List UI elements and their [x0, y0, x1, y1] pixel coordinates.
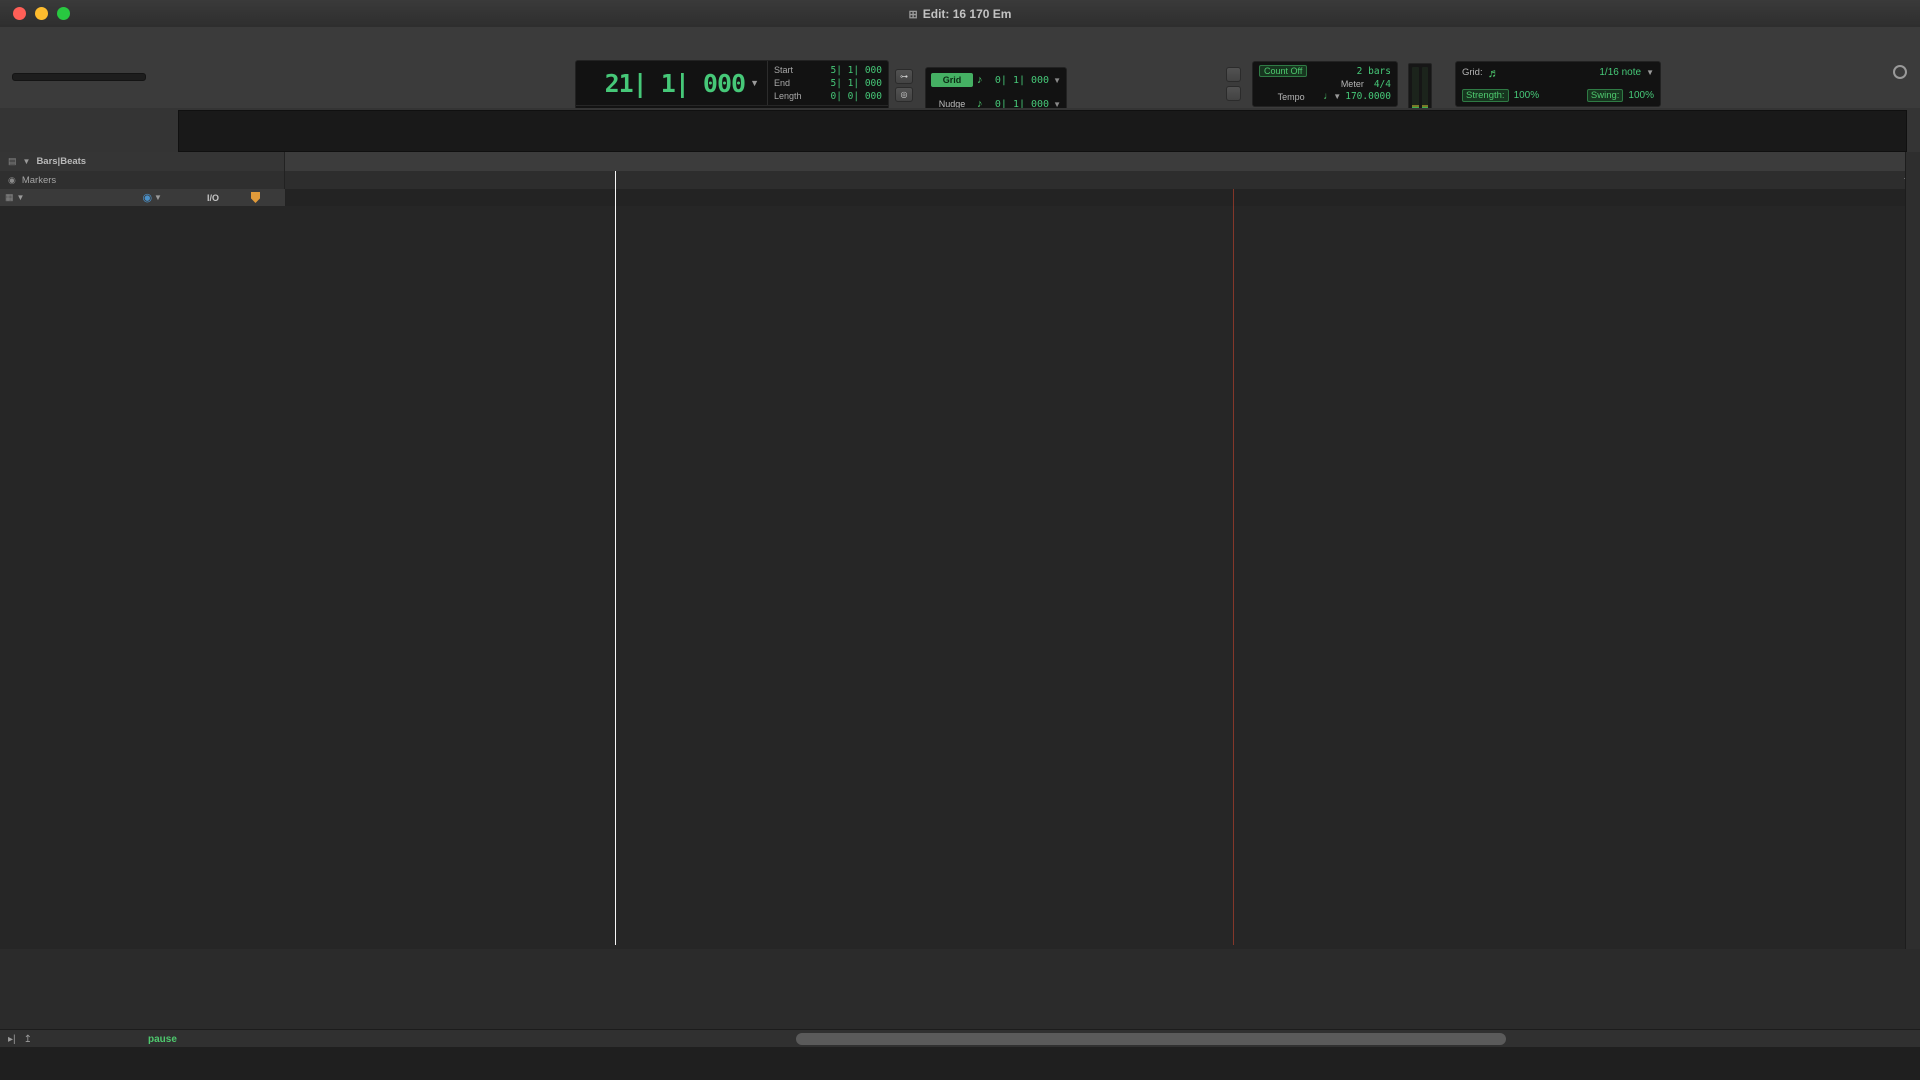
swing-value[interactable]: 100%	[1628, 90, 1654, 101]
title-bar: ⊞Edit: 16 170 Em	[0, 0, 1920, 28]
main-counter[interactable]: 21| 1| 000 ▼	[576, 61, 767, 105]
count-off-button[interactable]: Count Off	[1259, 65, 1307, 77]
edit-view-icon[interactable]: ◉	[142, 191, 152, 204]
tempo-label[interactable]: Tempo	[1278, 92, 1305, 102]
strength-button[interactable]: Strength:	[1462, 89, 1509, 102]
strength-value[interactable]: 100%	[1514, 90, 1540, 101]
marker-column-icon[interactable]	[251, 192, 260, 203]
pause-status-text: pause	[148, 1034, 177, 1045]
bars-beats-ruler-label[interactable]: Bars|Beats	[36, 156, 86, 167]
session-marker-line	[1233, 189, 1234, 945]
counter-side-buttons: ⊶ ◎	[895, 69, 913, 102]
ruler-list-icon[interactable]: ▤	[8, 156, 17, 167]
session-setup-panel: Count Off 2 bars Meter 4/4 Tempo ♩▼ 170.…	[1252, 61, 1398, 107]
post-roll-button[interactable]	[1226, 86, 1241, 101]
main-toolbar: 21| 1| 000 ▼ Start 5| 1| 000 End 5| 1| 000…	[0, 27, 1920, 109]
meter-label[interactable]: Meter	[1341, 79, 1364, 89]
end-value[interactable]: 5| 1| 000	[831, 77, 882, 90]
scroll-up-icon[interactable]: ↥	[24, 1034, 32, 1045]
chevron-down-icon[interactable]: ▼	[17, 193, 25, 202]
meter-value[interactable]: 4/4	[1374, 79, 1391, 90]
tracks-area	[0, 206, 1920, 949]
document-icon: ⊞	[909, 9, 918, 21]
pro-tools-edit-window: ⊞Edit: 16 170 Em 21| 1| 000 ▼ Start 5| 1|…	[0, 0, 1920, 1080]
scrollbar-thumb[interactable]	[796, 1033, 1506, 1045]
start-value[interactable]: 5| 1| 000	[831, 64, 882, 77]
window-title: ⊞Edit: 16 170 Em	[0, 7, 1920, 21]
chevron-down-icon[interactable]: ▼	[23, 157, 31, 166]
sixteenth-note-icon[interactable]: ♬	[1488, 66, 1500, 80]
chevron-down-icon[interactable]: ▼	[1646, 68, 1654, 77]
chevron-down-icon[interactable]: ▼	[1053, 76, 1061, 85]
grid-settings-panel: Grid: ♬ 1/16 note ▼ Strength: 100% Swing…	[1455, 61, 1661, 107]
markers-ruler-label[interactable]: Markers	[22, 175, 56, 186]
link-icon[interactable]: ⊶	[895, 69, 913, 84]
track-list-header-row: ▦ ▼ ◉ ▼ I/O	[0, 189, 1920, 206]
bars-beats-ruler[interactable]: ▤ ▼ Bars|Beats	[0, 152, 1920, 172]
grid-resolution-value[interactable]: 1/16 note	[1599, 67, 1641, 78]
pre-post-roll-buttons	[1226, 67, 1241, 101]
end-label: End	[774, 77, 790, 90]
grid-toggle-button[interactable]: Grid	[931, 73, 973, 87]
markers-ruler[interactable]: ◉ Markers +	[0, 171, 1920, 190]
chevron-down-icon[interactable]: ▼	[154, 193, 162, 202]
universe-overview[interactable]	[178, 110, 1907, 152]
edit-selection-display: Start 5| 1| 000 End 5| 1| 000 Length 0| 0| …	[767, 61, 888, 105]
track-list-grid-icon[interactable]: ▦	[5, 192, 14, 203]
count-off-value[interactable]: 2 bars	[1357, 66, 1391, 77]
grid-note-icon[interactable]: ♪	[977, 74, 983, 86]
quarter-note-icon[interactable]: ♩▼	[1323, 91, 1341, 102]
ruler-label-zone: ◉ Markers	[0, 171, 285, 189]
ruler-label-zone: ▤ ▼ Bars|Beats	[0, 152, 285, 171]
main-counter-value[interactable]: 21| 1| 000	[605, 69, 746, 98]
toolbar-focus-icon[interactable]	[1893, 65, 1907, 79]
empty-tracks-area	[0, 949, 1920, 1029]
edit-mode-selector	[12, 73, 146, 81]
playback-cursor-line[interactable]	[615, 171, 616, 945]
universe-strip	[0, 108, 1920, 153]
marker-ruler-icon[interactable]: ◉	[8, 175, 16, 186]
swing-button[interactable]: Swing:	[1587, 89, 1624, 102]
target-icon[interactable]: ◎	[895, 87, 913, 102]
track-list-header: ▦ ▼ ◉ ▼ I/O	[0, 189, 286, 207]
length-value[interactable]: 0| 0| 000	[831, 90, 882, 103]
pre-roll-button[interactable]	[1226, 67, 1241, 82]
io-column-header[interactable]: I/O	[178, 193, 248, 203]
grid-settings-label: Grid:	[1462, 67, 1483, 78]
tempo-value[interactable]: 170.0000	[1345, 91, 1391, 102]
chevron-down-icon[interactable]: ▼	[750, 78, 759, 88]
length-label: Length	[774, 90, 802, 103]
grid-value[interactable]: 0| 1| 000	[987, 75, 1050, 86]
bottom-tab-bar	[0, 1047, 1920, 1080]
scroll-to-edit-icon[interactable]: ▸|	[8, 1034, 16, 1045]
vertical-scrollbar-zone[interactable]	[1905, 152, 1920, 1029]
horizontal-scrollbar[interactable]: ▸| ↥ pause	[0, 1029, 1920, 1048]
start-label: Start	[774, 64, 793, 77]
